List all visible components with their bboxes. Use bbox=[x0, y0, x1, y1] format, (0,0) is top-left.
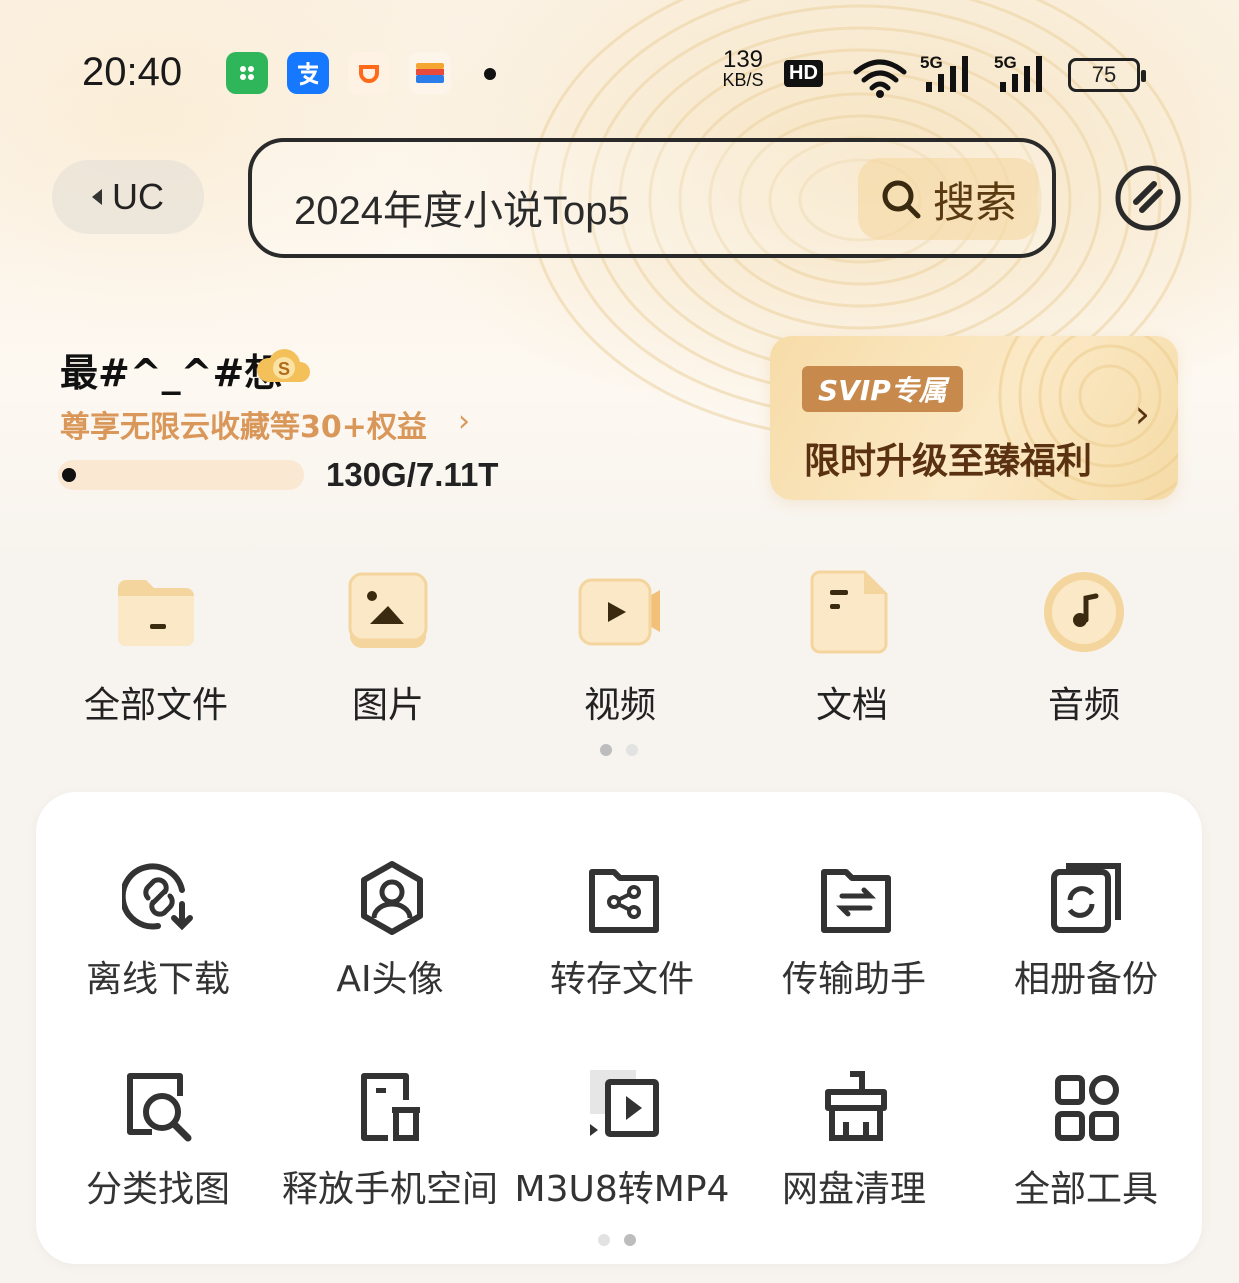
album-backup-icon bbox=[1051, 863, 1121, 933]
chevron-right-icon: › bbox=[1134, 392, 1150, 436]
tool-label: M3U8转MP4 bbox=[514, 1169, 730, 1210]
tool-m3u8-convert[interactable]: M3U8转MP4 bbox=[506, 1070, 738, 1240]
wifi-icon bbox=[853, 59, 907, 98]
document-icon bbox=[810, 570, 888, 654]
svip-cloud-badge-icon: S bbox=[256, 349, 310, 382]
category-all-files[interactable]: 全部文件 bbox=[40, 560, 272, 726]
search-button[interactable]: 搜索 bbox=[858, 158, 1038, 240]
svip-upgrade-card[interactable]: SVIP专属 限时升级至臻福利 › bbox=[770, 336, 1178, 500]
category-label: 视频 bbox=[583, 685, 656, 726]
category-videos[interactable]: 视频 bbox=[504, 560, 736, 726]
category-label: 全部文件 bbox=[83, 685, 228, 726]
pager-dot-active bbox=[624, 1234, 636, 1246]
storage-progress-bar bbox=[58, 460, 304, 490]
tool-label: 相册备份 bbox=[1013, 959, 1158, 1000]
audio-icon bbox=[1044, 572, 1124, 652]
chevron-right-icon: › bbox=[458, 404, 470, 439]
tool-label: 网盘清理 bbox=[781, 1169, 926, 1210]
ai-avatar-icon bbox=[361, 861, 423, 935]
user-name: 最#^_^#想 bbox=[60, 351, 283, 395]
m3u8-convert-icon bbox=[590, 1070, 659, 1137]
folder-icon bbox=[118, 580, 194, 646]
tool-label: 传输助手 bbox=[781, 959, 926, 1000]
free-space-icon bbox=[361, 1073, 420, 1141]
svip-tag: SVIP专属 bbox=[802, 366, 963, 412]
status-bar: 20:40 139 KB/S HD 5G 5G 75 bbox=[0, 40, 1239, 110]
more-notifications-dot bbox=[484, 68, 496, 80]
search-icon bbox=[882, 180, 921, 219]
signal-5g-label-1: 5G bbox=[920, 53, 943, 72]
video-icon bbox=[578, 578, 660, 646]
tool-transfer-file[interactable]: 转存文件 bbox=[506, 860, 738, 1030]
tool-offline-download[interactable]: 离线下载 bbox=[42, 860, 274, 1030]
tool-transfer-assistant[interactable]: 传输助手 bbox=[738, 860, 970, 1030]
wechat-mini-icon bbox=[226, 52, 268, 94]
cleanup-icon bbox=[825, 1071, 887, 1141]
network-speed: 139 KB/S bbox=[722, 46, 764, 91]
search-bar[interactable]: 2024年度小说Top5 搜索 bbox=[248, 138, 1056, 258]
didi-icon bbox=[348, 52, 390, 94]
tools-pager bbox=[598, 1234, 636, 1246]
hd-voice-badge: HD bbox=[784, 60, 823, 87]
tool-label: 分类找图 bbox=[85, 1169, 230, 1210]
search-button-label: 搜索 bbox=[932, 177, 1017, 227]
category-row: 全部文件 图片 视频 文档 音频 bbox=[40, 560, 1200, 726]
svip-message: 限时升级至臻福利 bbox=[804, 441, 1093, 482]
tool-cleanup[interactable]: 网盘清理 bbox=[738, 1070, 970, 1240]
battery-indicator: 75 bbox=[1068, 58, 1146, 92]
signal-5g-1-icon: 5G bbox=[920, 52, 978, 104]
tool-all-tools[interactable]: 全部工具 bbox=[970, 1070, 1202, 1240]
wallet-icon bbox=[409, 52, 451, 94]
quark-logo-icon[interactable] bbox=[1114, 164, 1182, 232]
benefits-link[interactable]: 尊享无限云收藏等30+权益 bbox=[60, 402, 427, 446]
storage-usage-text: 130G/7.11T bbox=[326, 456, 499, 493]
tool-label: AI头像 bbox=[336, 959, 444, 1000]
svg-text:S: S bbox=[278, 359, 290, 379]
category-label: 图片 bbox=[351, 685, 424, 726]
category-label: 文档 bbox=[815, 685, 888, 726]
category-pager bbox=[600, 744, 638, 756]
tools-panel: 离线下载 AI头像 转存文件 传输助手 相册备份 分类找图 释放手机空间 M3U… bbox=[36, 792, 1202, 1264]
tool-label: 离线下载 bbox=[85, 959, 230, 1000]
search-input[interactable]: 2024年度小说Top5 bbox=[294, 178, 630, 236]
back-arrow-icon bbox=[92, 189, 102, 205]
pager-dot bbox=[598, 1234, 610, 1246]
transfer-file-icon bbox=[589, 869, 659, 933]
category-documents[interactable]: 文档 bbox=[736, 560, 968, 726]
signal-5g-label-2: 5G bbox=[994, 53, 1017, 72]
tool-label: 转存文件 bbox=[549, 959, 694, 1000]
tool-ai-avatar[interactable]: AI头像 bbox=[274, 860, 506, 1030]
back-to-uc-button[interactable]: UC bbox=[52, 160, 204, 234]
pager-dot bbox=[626, 744, 638, 756]
signal-5g-2-icon: 5G bbox=[994, 52, 1052, 104]
all-tools-icon bbox=[1055, 1075, 1119, 1141]
back-label: UC bbox=[112, 176, 164, 217]
tool-free-space[interactable]: 释放手机空间 bbox=[274, 1070, 506, 1240]
offline-download-icon bbox=[122, 863, 193, 931]
tool-label: 全部工具 bbox=[1013, 1169, 1158, 1210]
storage-progress-fill bbox=[62, 468, 76, 482]
transfer-assistant-icon bbox=[821, 869, 891, 933]
image-icon bbox=[348, 572, 428, 648]
tool-image-search[interactable]: 分类找图 bbox=[42, 1070, 274, 1240]
tool-album-backup[interactable]: 相册备份 bbox=[970, 860, 1202, 1030]
pager-dot-active bbox=[600, 744, 612, 756]
alipay-icon bbox=[287, 52, 329, 94]
category-images[interactable]: 图片 bbox=[272, 560, 504, 726]
tool-label: 释放手机空间 bbox=[281, 1169, 498, 1210]
clock: 20:40 bbox=[82, 50, 183, 94]
category-label: 音频 bbox=[1047, 685, 1120, 726]
category-audio[interactable]: 音频 bbox=[968, 560, 1200, 726]
image-search-icon bbox=[127, 1073, 192, 1142]
